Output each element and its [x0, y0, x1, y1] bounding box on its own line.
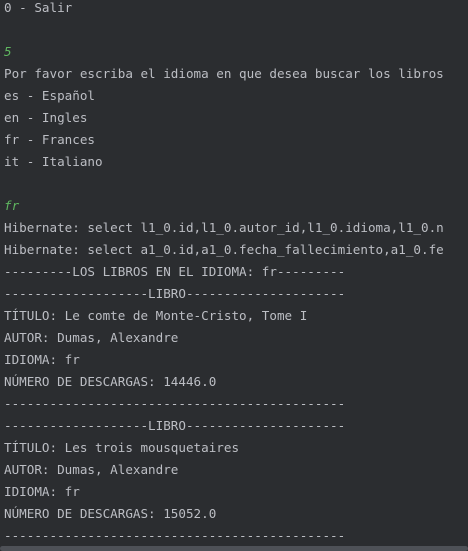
console-line: ----------------------------------------…: [4, 528, 346, 543]
console-line: -------------------LIBRO----------------…: [4, 418, 346, 433]
console-line: en - Ingles: [4, 110, 88, 125]
console-line: NÚMERO DE DESCARGAS: 15052.0: [4, 506, 217, 521]
console-output[interactable]: 0 - Salir 5 Por favor escriba el idioma en…: [0, 0, 468, 545]
console-lines: 0 - Salir 5 Por favor escriba el idioma en…: [4, 0, 468, 545]
horizontal-scrollbar[interactable]: [0, 545, 468, 551]
console-line: ----------------------------------------…: [4, 396, 346, 411]
scrollbar-thumb[interactable]: [0, 546, 468, 551]
console-line: ---------LOS LIBROS EN EL IDIOMA: fr----…: [4, 264, 346, 279]
console-line: AUTOR: Dumas, Alexandre: [4, 330, 179, 345]
console-line: IDIOMA: fr: [4, 352, 80, 367]
console-line: Por favor escriba el idioma en que desea…: [4, 66, 444, 81]
console-line: -------------------LIBRO----------------…: [4, 286, 346, 301]
console-input-line: 5: [4, 44, 12, 59]
console-line: TÍTULO: Le comte de Monte-Cristo, Tome I: [4, 308, 308, 323]
console-line: AUTOR: Dumas, Alexandre: [4, 462, 179, 477]
console-line: es - Español: [4, 88, 95, 103]
console-line: 0 - Salir: [4, 0, 73, 15]
console-line: TÍTULO: Les trois mousquetaires: [4, 440, 240, 455]
console-line: it - Italiano: [4, 154, 103, 169]
console-line: fr - Frances: [4, 132, 95, 147]
console-line: Hibernate: select a1_0.id,a1_0.fecha_fal…: [4, 242, 444, 257]
console-line: IDIOMA: fr: [4, 484, 80, 499]
console-line: NÚMERO DE DESCARGAS: 14446.0: [4, 374, 217, 389]
console-line: Hibernate: select l1_0.id,l1_0.autor_id,…: [4, 220, 444, 235]
console-input-line: fr: [4, 198, 20, 213]
